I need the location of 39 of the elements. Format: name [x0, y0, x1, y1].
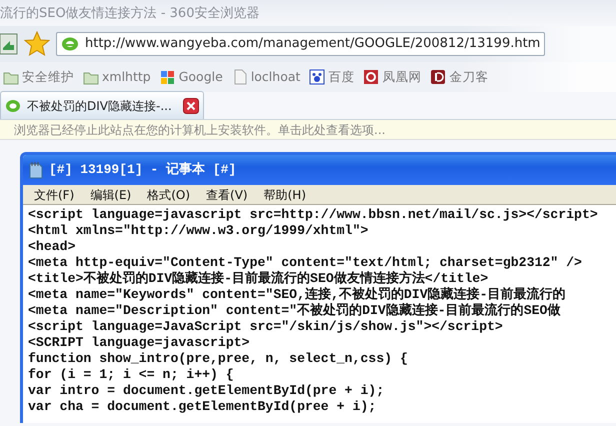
code-line: for (i = 1; i <= n; i++) { — [28, 367, 234, 382]
bookmark-link[interactable]: loclhoat — [250, 68, 300, 86]
menu-item[interactable]: 查看(V) — [198, 186, 256, 204]
code-line: <meta http-equiv="Content-Type" content="text/html; charset=gb2312" /> — [28, 255, 582, 270]
page-icon[interactable] — [0, 33, 18, 55]
code-line: <SCRIPT language=javascript> — [28, 335, 250, 350]
bookmark-link[interactable]: 凤凰网 — [382, 68, 422, 86]
close-icon[interactable] — [183, 98, 199, 114]
tab-title: 不被处罚的DIV隐藏连接-... — [27, 98, 173, 114]
bookmark-link[interactable]: xmlhttp — [102, 68, 151, 86]
code-line: function show_intro(pre,pree, n, select_n,css) { — [28, 351, 408, 366]
bookmark-link[interactable]: 金刀客 — [449, 68, 488, 86]
code-line: var cha = document.getElementById(pree + i); — [28, 399, 376, 414]
window-title: 流行的SEO做友情连接方法 - 360安全浏览器 — [0, 6, 260, 21]
menu-item[interactable]: 格式(O) — [139, 186, 198, 204]
address-text: http://www.wangyeba.com/management/GOOGLE/200812/13199.htm — [85, 35, 540, 54]
squares-icon — [160, 69, 176, 85]
code-line: <script language=JavaScript src="/skin/js/show.js"></script> — [28, 319, 503, 334]
code-line: <meta name="Description" content="不被处罚的DIV隐藏连接-目前最流行的SEO做 — [28, 303, 560, 318]
menu-item[interactable]: 编辑(E) — [82, 186, 140, 204]
notepad-icon — [29, 161, 43, 179]
paw-icon — [309, 69, 326, 85]
letter-icon — [430, 69, 446, 85]
page-icon — [232, 69, 248, 85]
bookmark-link[interactable]: 安全维护 — [22, 68, 74, 86]
menu-item[interactable]: 帮助(H) — [256, 186, 314, 204]
star-icon[interactable] — [24, 31, 50, 57]
code-line: <html xmlns="http://www.w3.org/1999/xhtml"> — [28, 223, 368, 238]
browser-tab[interactable]: 不被处罚的DIV隐藏连接-... — [0, 91, 204, 119]
code-line: <meta name="Keywords" content="SEO,连接,不被处罚的DIV隐藏连接-目前最流行的 — [28, 287, 566, 302]
code-line: var intro = document.getElementById(pre + i); — [28, 383, 384, 398]
bookmark-link[interactable]: Google — [178, 68, 223, 86]
code-line: <script language=javascript src=http://www.bbsn.net/mail/sc.js></script> — [28, 207, 598, 222]
code-line: <title>不被处罚的DIV隐藏连接-目前最流行的SEO做友情连接方法</title> — [28, 271, 488, 286]
menu-item[interactable]: 文件(F) — [26, 186, 82, 204]
code-line: <head> — [28, 239, 76, 254]
address-bar[interactable]: http://www.wangyeba.com/management/GOOGLE/200812/13199.htm — [56, 32, 546, 56]
window-title: [#] 13199[1] - 记事本 [#] — [49, 161, 236, 180]
bookmark-link[interactable]: 百度 — [328, 68, 354, 86]
